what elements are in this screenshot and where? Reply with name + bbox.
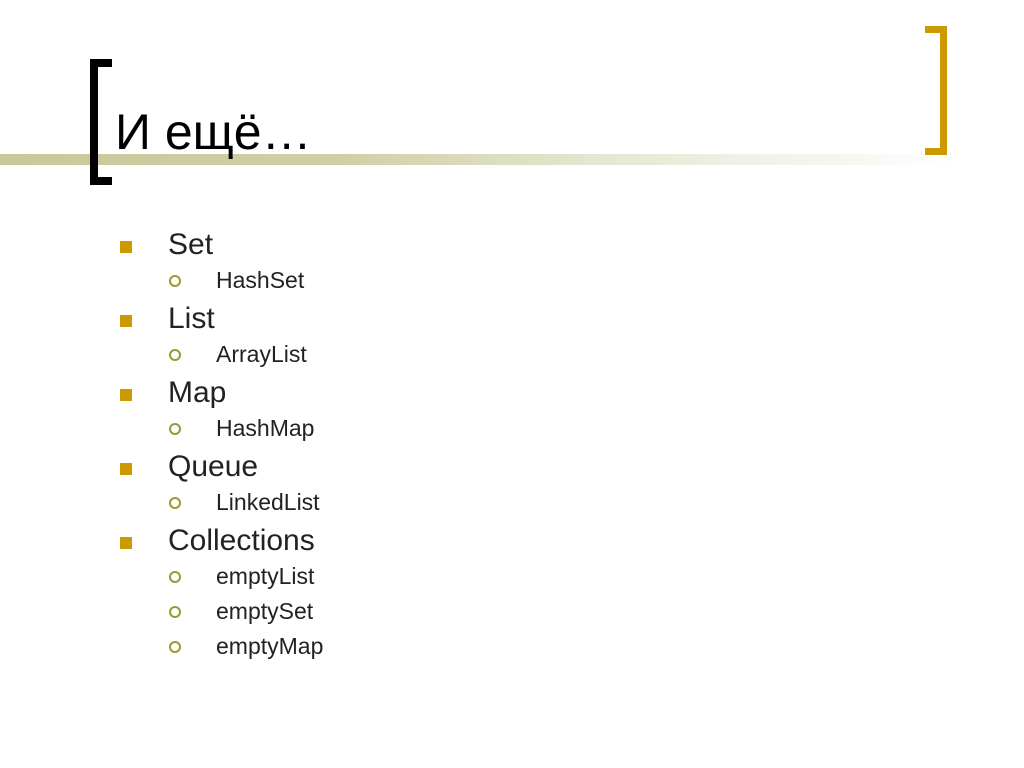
- list-item: Set HashSet: [118, 227, 323, 298]
- sub-list-item: emptyList: [118, 559, 323, 594]
- sub-item-label: emptyMap: [216, 633, 324, 659]
- circle-bullet-icon: [169, 349, 181, 361]
- sub-list-item: LinkedList: [118, 485, 323, 520]
- left-bracket-decoration: [90, 59, 112, 185]
- item-label: Collections: [168, 524, 315, 557]
- sub-list-item: HashSet: [118, 263, 323, 298]
- square-bullet-icon: [120, 463, 132, 475]
- square-bullet-icon: [120, 389, 132, 401]
- list-item: List ArrayList: [118, 301, 323, 372]
- circle-bullet-icon: [169, 497, 181, 509]
- sub-list-item: ArrayList: [118, 337, 323, 372]
- sub-item-label: HashSet: [216, 267, 305, 293]
- circle-bullet-icon: [169, 606, 181, 618]
- item-label: Queue: [168, 450, 259, 483]
- sub-list-item: emptyMap: [118, 629, 323, 664]
- sub-item-label: emptySet: [216, 598, 314, 624]
- circle-bullet-icon: [169, 275, 181, 287]
- square-bullet-icon: [120, 537, 132, 549]
- list-item: Queue LinkedList: [118, 449, 323, 520]
- slide-title: И ещё…: [115, 104, 312, 160]
- sub-item-label: ArrayList: [216, 341, 307, 367]
- sub-list-item: emptySet: [118, 594, 323, 629]
- circle-bullet-icon: [169, 571, 181, 583]
- list-item: Map HashMap: [118, 375, 323, 446]
- sub-list-item: HashMap: [118, 411, 323, 446]
- sub-item-label: emptyList: [216, 563, 315, 589]
- circle-bullet-icon: [169, 423, 181, 435]
- list-item: Collections emptyList emptySet emptyMap: [118, 523, 323, 664]
- sub-item-label: HashMap: [216, 415, 315, 441]
- item-label: List: [168, 302, 215, 335]
- item-label: Map: [168, 376, 227, 409]
- sub-item-label: LinkedList: [216, 489, 320, 515]
- bullet-list: Set HashSet List ArrayList Map HashMap Q…: [118, 224, 323, 664]
- item-label: Set: [168, 228, 214, 261]
- circle-bullet-icon: [169, 641, 181, 653]
- right-bracket-decoration: [925, 26, 947, 155]
- square-bullet-icon: [120, 315, 132, 327]
- square-bullet-icon: [120, 241, 132, 253]
